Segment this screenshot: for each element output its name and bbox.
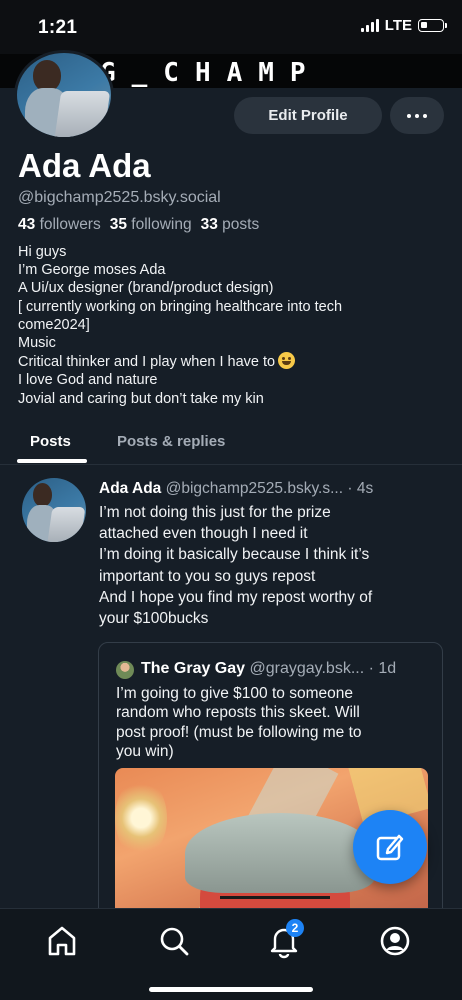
quote-age: 1d bbox=[378, 660, 397, 677]
nav-home[interactable] bbox=[44, 923, 80, 959]
quote-text-line: random who reposts this skeet. Will bbox=[116, 704, 360, 722]
bio-line: Jovial and caring but don’t take my kin bbox=[18, 390, 264, 407]
quote-author-handle[interactable]: @graygay.bsk... bbox=[250, 660, 365, 677]
tab-posts[interactable]: Posts bbox=[30, 433, 71, 450]
nav-notifications[interactable]: 2 bbox=[266, 919, 304, 959]
bio-line: I love God and nature bbox=[18, 372, 158, 389]
profile-avatar[interactable] bbox=[14, 50, 114, 140]
profile-stats: 43 followers 35 following 33 posts bbox=[18, 216, 259, 234]
quote-header: The Gray Gay @graygay.bsk... · 1d bbox=[141, 660, 396, 678]
post-author-avatar[interactable] bbox=[22, 478, 86, 542]
status-indicators: LTE bbox=[360, 17, 447, 34]
following-stat[interactable]: 35 following bbox=[110, 216, 192, 234]
post-text-line: I’m doing it basically because I think i… bbox=[99, 546, 370, 564]
quote-text-line: you win) bbox=[116, 743, 174, 761]
banner-text: G_CHAMP bbox=[100, 58, 322, 88]
posts-stat: 33 posts bbox=[200, 216, 260, 233]
status-bar: 1:21 LTE bbox=[0, 0, 462, 54]
quote-author-name[interactable]: The Gray Gay bbox=[141, 660, 245, 677]
profile-handle: @bigchamp2525.bsky.social bbox=[18, 189, 221, 206]
post-age: 4s bbox=[356, 480, 374, 497]
nav-profile[interactable] bbox=[377, 923, 413, 959]
post-text-line: important to you so guys repost bbox=[99, 567, 316, 585]
quote-text-line: I’m going to give $100 to someone bbox=[116, 685, 353, 702]
bio-line: come2024] bbox=[18, 316, 90, 333]
home-indicator bbox=[149, 987, 313, 992]
nav-search[interactable] bbox=[156, 923, 192, 959]
followers-stat[interactable]: 43 followers bbox=[18, 216, 101, 234]
more-icon bbox=[407, 114, 427, 118]
bio-line: A Ui/ux designer (brand/product design) bbox=[18, 280, 274, 297]
status-time: 1:21 bbox=[38, 17, 78, 38]
compose-button[interactable] bbox=[353, 810, 427, 884]
display-name: Ada Ada bbox=[18, 147, 151, 184]
profile-icon bbox=[380, 926, 410, 956]
edit-profile-button[interactable]: Edit Profile bbox=[234, 97, 382, 134]
quote-separator: · bbox=[368, 660, 374, 677]
post-separator: · bbox=[347, 480, 353, 497]
bio-line: Music bbox=[18, 335, 56, 352]
post-text-line: your $100bucks bbox=[99, 610, 209, 628]
tab-posts-and-replies[interactable]: Posts & replies bbox=[117, 433, 225, 450]
grinning-face-icon bbox=[278, 352, 296, 370]
search-icon bbox=[160, 927, 189, 956]
battery-icon bbox=[418, 19, 447, 32]
bio-line: I’m George moses Ada bbox=[18, 262, 166, 279]
notification-badge: 2 bbox=[286, 919, 304, 937]
more-options-button[interactable] bbox=[390, 97, 444, 134]
post-author-handle[interactable]: @bigchamp2525.bsky.s... bbox=[166, 480, 343, 497]
tab-selected-indicator bbox=[17, 459, 87, 463]
bio-line: Critical thinker and I play when I have … bbox=[18, 354, 276, 371]
bio-line: Hi guys bbox=[18, 244, 67, 260]
post-text-line: attached even though I need it bbox=[99, 525, 308, 543]
compose-icon bbox=[376, 834, 404, 861]
profile-tabs: Posts Posts & replies bbox=[0, 422, 462, 465]
bottom-navigation: 2 bbox=[0, 908, 462, 1000]
post-text-line: And I hope you find my repost worthy of bbox=[99, 588, 373, 606]
profile-screen: Edit Profile Ada Ada @bigchamp2525.bsky.… bbox=[0, 50, 462, 922]
bio-line: [ currently working on bringing healthca… bbox=[18, 298, 343, 315]
signal-icon bbox=[360, 19, 379, 32]
home-icon bbox=[48, 926, 76, 956]
post-text-line: I’m not doing this just for the prize bbox=[99, 504, 331, 521]
post-text[interactable]: I’m not doing this just for the prize at… bbox=[99, 502, 439, 629]
post-author-name[interactable]: Ada Ada bbox=[99, 480, 161, 497]
post-header: Ada Ada @bigchamp2525.bsky.s... · 4s bbox=[99, 480, 373, 498]
bio-line-with-emoji: Critical thinker and I play when I have … bbox=[18, 352, 448, 371]
network-label: LTE bbox=[384, 17, 412, 34]
quote-text-line: post proof! (must be following me to bbox=[116, 723, 362, 741]
quote-text: I’m going to give $100 to someone random… bbox=[116, 684, 426, 762]
quote-author-avatar[interactable] bbox=[116, 661, 134, 679]
profile-bio: Hi guys I’m George moses Ada A Ui/ux des… bbox=[18, 243, 448, 408]
